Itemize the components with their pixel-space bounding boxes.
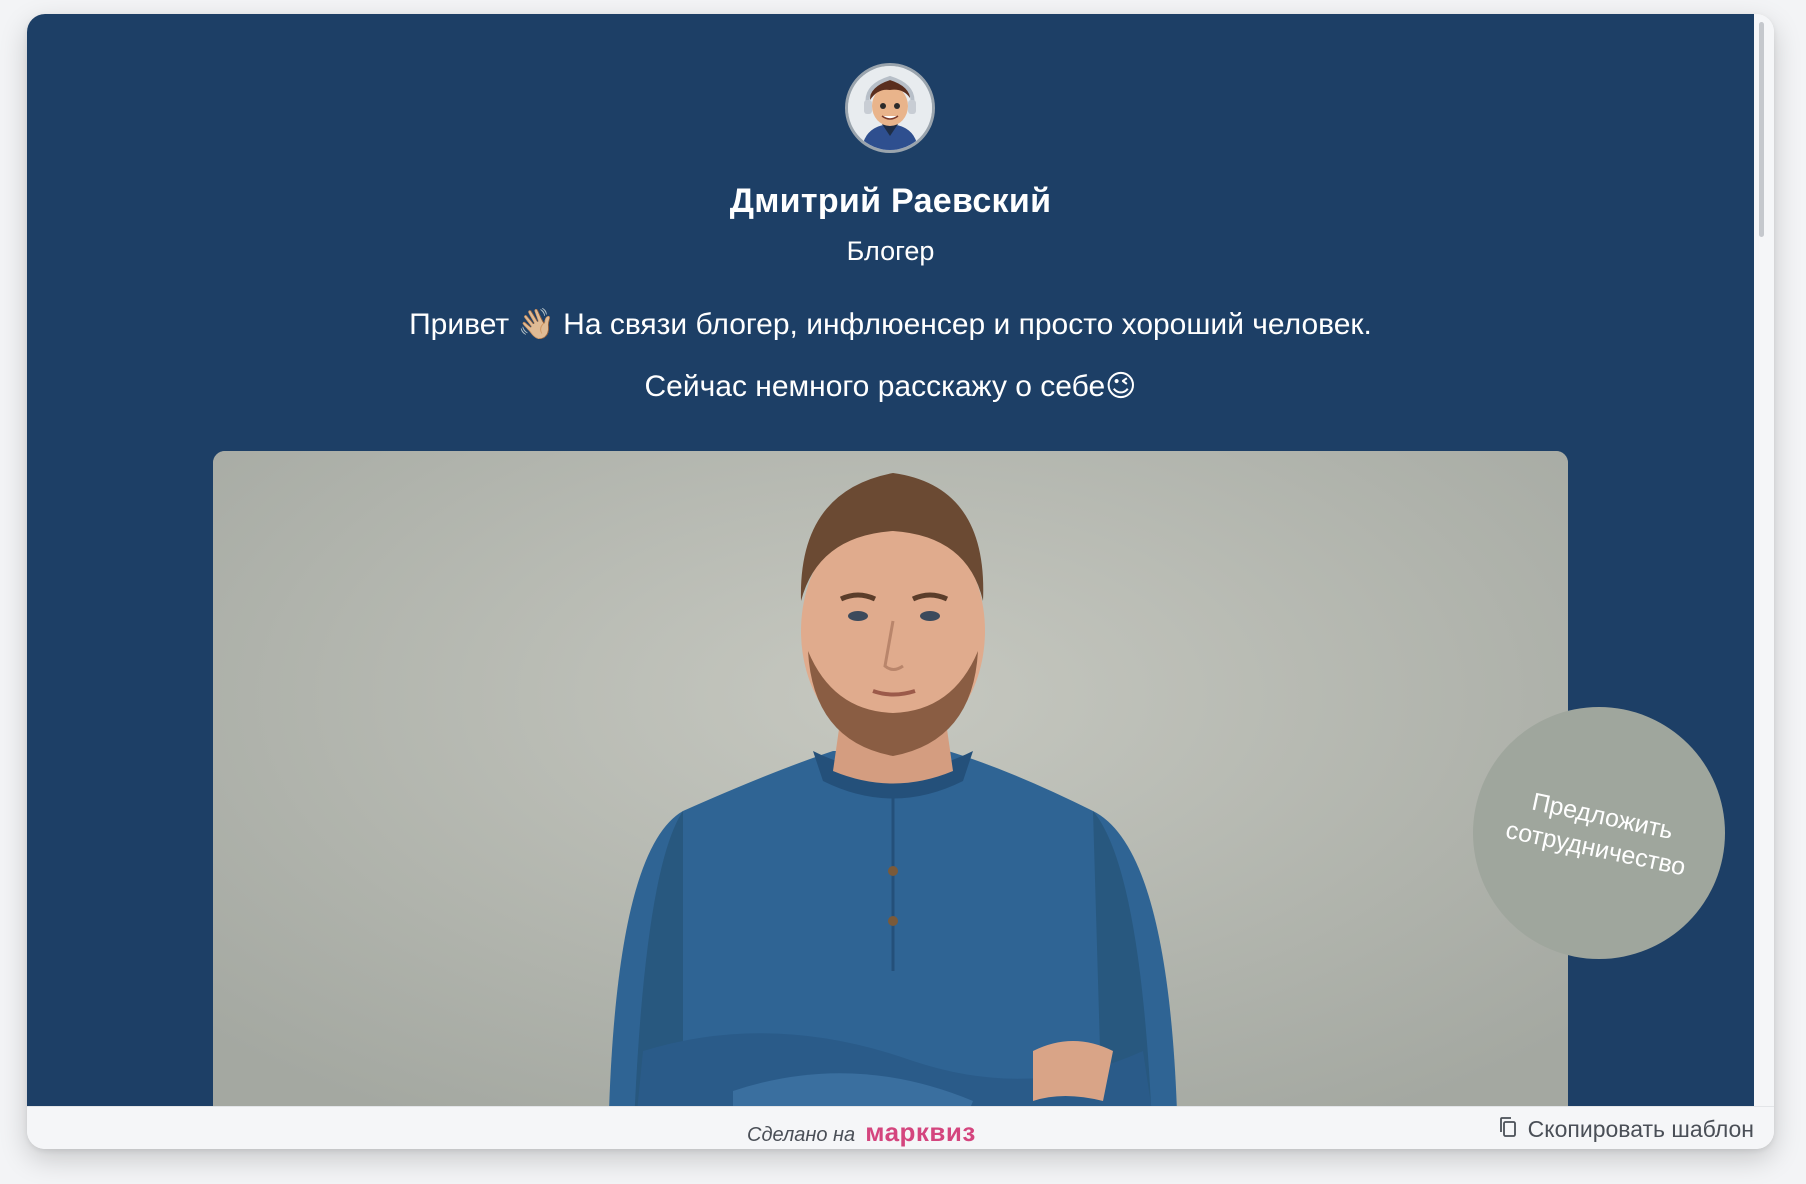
copy-template-button[interactable]: Скопировать шаблон (1498, 1116, 1754, 1143)
footer-bar: Сделано на марквиз Скопировать шаблон (27, 1106, 1774, 1149)
copy-template-label: Скопировать шаблон (1527, 1116, 1754, 1142)
browser-window: Дмитрий Раевский Блогер Привет 👋🏼 На свя… (27, 14, 1774, 1149)
brand-logo[interactable]: марквиз (865, 1117, 976, 1148)
bio-line-2: Сейчас немного расскажу о себе😉 (644, 370, 1137, 403)
made-on-label: Сделано на (747, 1124, 856, 1146)
propose-collaboration-label: Предложить сотрудничество (1503, 787, 1689, 882)
profile-page: Дмитрий Раевский Блогер Привет 👋🏼 На свя… (27, 14, 1754, 1106)
scrollbar-thumb[interactable] (1759, 22, 1764, 237)
profile-avatar (845, 63, 935, 153)
made-on-credit[interactable]: Сделано на марквиз (747, 1117, 976, 1148)
copy-icon (1498, 1116, 1518, 1143)
profile-name: Дмитрий Раевский (729, 182, 1052, 220)
profile-role: Блогер (846, 236, 935, 266)
avatar-illustration (848, 66, 932, 150)
bio-line-1: Привет 👋🏼 На связи блогер, инфлюенсер и … (409, 308, 1372, 341)
vertical-scrollbar[interactable] (1754, 14, 1774, 1106)
propose-collaboration-button[interactable]: Предложить сотрудничество (1473, 707, 1725, 959)
profile-photo (213, 451, 1568, 1106)
portrait-illustration (213, 451, 1568, 1106)
